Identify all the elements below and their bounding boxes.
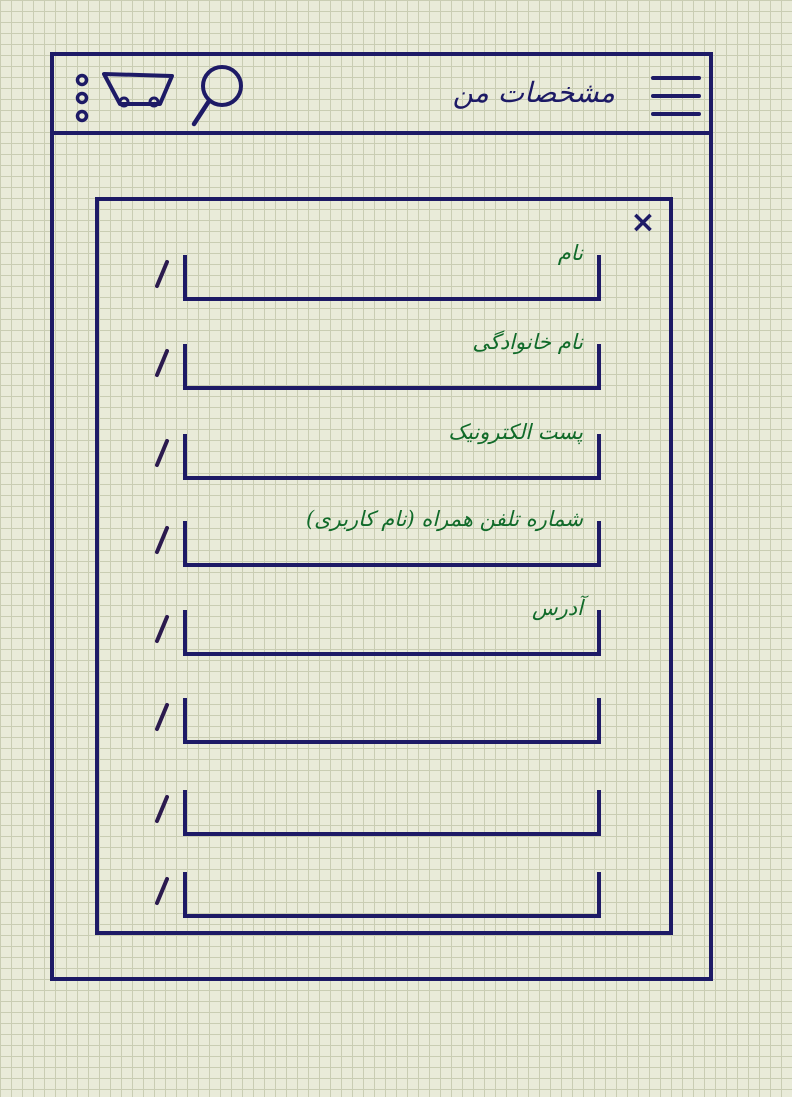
field-label: نام خانوادگی: [472, 330, 583, 354]
edit-pencil-icon[interactable]: [155, 348, 169, 378]
edit-pencil-icon[interactable]: [155, 438, 169, 468]
more-vertical-icon[interactable]: [72, 72, 92, 132]
field-label: نام: [557, 241, 583, 265]
top-bar: مشخصات من: [54, 56, 709, 135]
app-window: مشخصات من × نام نام خانوادگی پست الکترون…: [50, 52, 713, 981]
field-label: شماره تلفن همراه (نام کاربری): [305, 507, 583, 531]
field-label: آدرس: [532, 596, 583, 620]
email-field[interactable]: پست الکترونیک: [155, 420, 601, 480]
field-label: پست الکترونیک: [448, 420, 583, 444]
page-title: مشخصات من: [452, 76, 615, 109]
last-name-field[interactable]: نام خانوادگی: [155, 330, 601, 390]
address-field[interactable]: آدرس: [155, 596, 601, 656]
edit-pencil-icon[interactable]: [155, 876, 169, 906]
edit-pencil-icon[interactable]: [155, 259, 169, 289]
profile-dialog: × نام نام خانوادگی پست الکترونیک شماره ت…: [95, 197, 673, 935]
mobile-number-field[interactable]: شماره تلفن همراه (نام کاربری): [155, 507, 601, 567]
empty-field-7[interactable]: [155, 790, 601, 836]
empty-field-6[interactable]: [155, 698, 601, 744]
empty-field-8[interactable]: [155, 872, 601, 918]
menu-icon[interactable]: [651, 74, 701, 118]
edit-pencil-icon[interactable]: [155, 614, 169, 644]
edit-pencil-icon[interactable]: [155, 702, 169, 732]
search-icon[interactable]: [188, 62, 248, 130]
cart-icon[interactable]: [102, 70, 182, 112]
edit-pencil-icon[interactable]: [155, 794, 169, 824]
edit-pencil-icon[interactable]: [155, 525, 169, 555]
close-button[interactable]: ×: [629, 208, 657, 238]
first-name-field[interactable]: نام: [155, 241, 601, 301]
